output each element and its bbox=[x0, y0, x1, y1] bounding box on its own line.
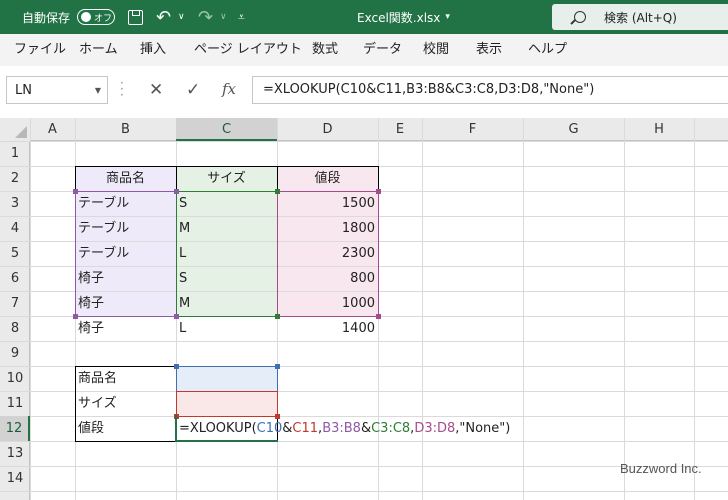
formula-ref-c11: C11 bbox=[292, 421, 319, 436]
row-header-13[interactable]: 13 bbox=[0, 441, 30, 466]
tab-review[interactable]: 校閲 bbox=[423, 34, 449, 66]
tab-view[interactable]: 表示 bbox=[476, 34, 502, 66]
tab-page-layout[interactable]: ページ レイアウト bbox=[194, 34, 302, 66]
row-header-6[interactable]: 6 bbox=[0, 266, 30, 291]
column-header-c[interactable]: C bbox=[176, 118, 277, 141]
formula-text: =XLOOKUP(C10&C11,B3:B8&C3:C8,D3:D8,"None… bbox=[263, 82, 595, 97]
active-cell-border bbox=[175, 415, 278, 442]
cell-d2[interactable]: 値段 bbox=[277, 166, 378, 191]
row-header-1[interactable]: 1 bbox=[0, 141, 30, 166]
cell-c3[interactable]: S bbox=[176, 191, 277, 216]
save-icon[interactable] bbox=[128, 10, 143, 25]
cancel-icon[interactable]: ✕ bbox=[149, 80, 163, 100]
cell-b11[interactable]: サイズ bbox=[75, 391, 176, 416]
search-box[interactable]: 検索 (Alt+Q) bbox=[552, 4, 728, 30]
file-title[interactable]: Excel関数.xlsx ▾ bbox=[357, 0, 450, 34]
cell-c6[interactable]: S bbox=[176, 266, 277, 291]
formula-input[interactable]: =XLOOKUP(C10&C11,B3:B8&C3:C8,D3:D8,"None… bbox=[252, 76, 728, 104]
row-header-2[interactable]: 2 bbox=[0, 166, 30, 191]
cell-c7[interactable]: M bbox=[176, 291, 277, 316]
row-header-7[interactable]: 7 bbox=[0, 291, 30, 316]
formula-buttons: ✕ ✓ fx bbox=[134, 76, 250, 104]
column-header-g[interactable]: G bbox=[523, 118, 624, 141]
autosave-label: 自動保存 bbox=[22, 10, 71, 25]
name-box-value: LN bbox=[15, 83, 32, 98]
undo-dropdown-icon[interactable]: ∨ bbox=[178, 0, 185, 34]
ref-outline-c11 bbox=[176, 391, 278, 417]
tab-data[interactable]: データ bbox=[363, 34, 402, 66]
cell-b3[interactable]: テーブル bbox=[75, 191, 176, 216]
undo-icon[interactable]: ↶ bbox=[156, 0, 171, 34]
autosave-state: オフ bbox=[94, 13, 113, 24]
cell-b7[interactable]: 椅子 bbox=[75, 291, 176, 316]
row-header-11[interactable]: 11 bbox=[0, 391, 30, 416]
formula-part-tail: ,"None") bbox=[455, 421, 511, 436]
column-header-e[interactable]: E bbox=[378, 118, 422, 141]
column-header-b[interactable]: B bbox=[75, 118, 176, 141]
search-placeholder: 検索 (Alt+Q) bbox=[604, 10, 677, 25]
column-header-f[interactable]: F bbox=[422, 118, 523, 141]
cell-c4[interactable]: M bbox=[176, 216, 277, 241]
cell-c8[interactable]: L bbox=[176, 316, 277, 341]
row-header-9[interactable]: 9 bbox=[0, 341, 30, 366]
redo-icon[interactable]: ↷ bbox=[198, 0, 213, 34]
cell-c5[interactable]: L bbox=[176, 241, 277, 266]
cell-b5[interactable]: テーブル bbox=[75, 241, 176, 266]
tab-file[interactable]: ファイル bbox=[14, 34, 66, 66]
toggle-knob-icon bbox=[81, 12, 91, 22]
redo-dropdown-icon[interactable]: ∨ bbox=[220, 0, 227, 34]
formula-bar-row: LN ▼ · · · ✕ ✓ fx =XLOOKUP(C10&C11,B3:B8&C… bbox=[0, 66, 728, 116]
tab-home[interactable]: ホーム bbox=[79, 34, 118, 66]
row-header-14[interactable]: 14 bbox=[0, 466, 30, 491]
cell-b8[interactable]: 椅子 bbox=[75, 316, 176, 341]
customize-toolbar-icon[interactable]: ⩡ bbox=[238, 0, 245, 34]
ribbon-tabs: ファイル ホーム 挿入 ページ レイアウト 数式 データ 校閲 表示 ヘルプ bbox=[0, 34, 728, 66]
select-all-corner[interactable] bbox=[0, 118, 30, 141]
cell-d5[interactable]: 2300 bbox=[277, 241, 378, 266]
resize-handle-icon[interactable] bbox=[275, 364, 280, 369]
column-header-h[interactable]: H bbox=[624, 118, 694, 141]
cell-c2[interactable]: サイズ bbox=[176, 166, 277, 191]
name-box[interactable]: LN ▼ bbox=[6, 76, 108, 104]
tab-help[interactable]: ヘルプ bbox=[528, 34, 567, 66]
title-bar: 自動保存 オフ ↶ ∨ ↷ ∨ ⩡ Excel関数.xlsx ▾ 検索 (Alt… bbox=[0, 0, 728, 34]
splitter-handle-icon[interactable]: · · · bbox=[120, 77, 124, 101]
cell-d4[interactable]: 1800 bbox=[277, 216, 378, 241]
tab-formulas[interactable]: 数式 bbox=[312, 34, 338, 66]
cell-d3[interactable]: 1500 bbox=[277, 191, 378, 216]
row-header-10[interactable]: 10 bbox=[0, 366, 30, 391]
formula-ref-c3-c8: C3:C8 bbox=[371, 421, 411, 436]
column-header-d[interactable]: D bbox=[277, 118, 378, 141]
row-header-5[interactable]: 5 bbox=[0, 241, 30, 266]
insert-function-icon[interactable]: fx bbox=[222, 80, 236, 98]
autosave-toggle[interactable]: オフ bbox=[77, 9, 115, 25]
enter-check-icon[interactable]: ✓ bbox=[186, 80, 200, 100]
cell-d7[interactable]: 1000 bbox=[277, 291, 378, 316]
search-icon bbox=[574, 11, 586, 23]
chevron-down-icon: ▾ bbox=[445, 12, 450, 22]
cell-b6[interactable]: 椅子 bbox=[75, 266, 176, 291]
formula-ref-d3-d8: D3:D8 bbox=[414, 421, 456, 436]
row-header-12[interactable]: 12 bbox=[0, 416, 30, 441]
cell-b10[interactable]: 商品名 bbox=[75, 366, 176, 391]
worksheet-grid[interactable]: A B C D E F G H 1 2 3 4 5 6 7 8 9 10 11 … bbox=[0, 118, 728, 500]
row-header-4[interactable]: 4 bbox=[0, 216, 30, 241]
column-header-a[interactable]: A bbox=[30, 118, 75, 141]
tab-insert[interactable]: 挿入 bbox=[140, 34, 166, 66]
cell-d8[interactable]: 1400 bbox=[277, 316, 378, 341]
cell-d6[interactable]: 800 bbox=[277, 266, 378, 291]
ref-outline-c10 bbox=[176, 366, 278, 392]
watermark: Buzzword Inc. bbox=[620, 461, 702, 476]
formula-part-amp1: & bbox=[282, 421, 293, 436]
cell-b2[interactable]: 商品名 bbox=[75, 166, 176, 191]
formula-part-amp2: & bbox=[360, 421, 372, 436]
formula-ref-b3-b8: B3:B8 bbox=[322, 421, 361, 436]
cell-b4[interactable]: テーブル bbox=[75, 216, 176, 241]
cell-b12[interactable]: 値段 bbox=[75, 416, 176, 441]
row-header-8[interactable]: 8 bbox=[0, 316, 30, 341]
row-header-3[interactable]: 3 bbox=[0, 191, 30, 216]
file-name: Excel関数.xlsx bbox=[357, 10, 441, 25]
chevron-down-icon[interactable]: ▼ bbox=[95, 86, 101, 95]
